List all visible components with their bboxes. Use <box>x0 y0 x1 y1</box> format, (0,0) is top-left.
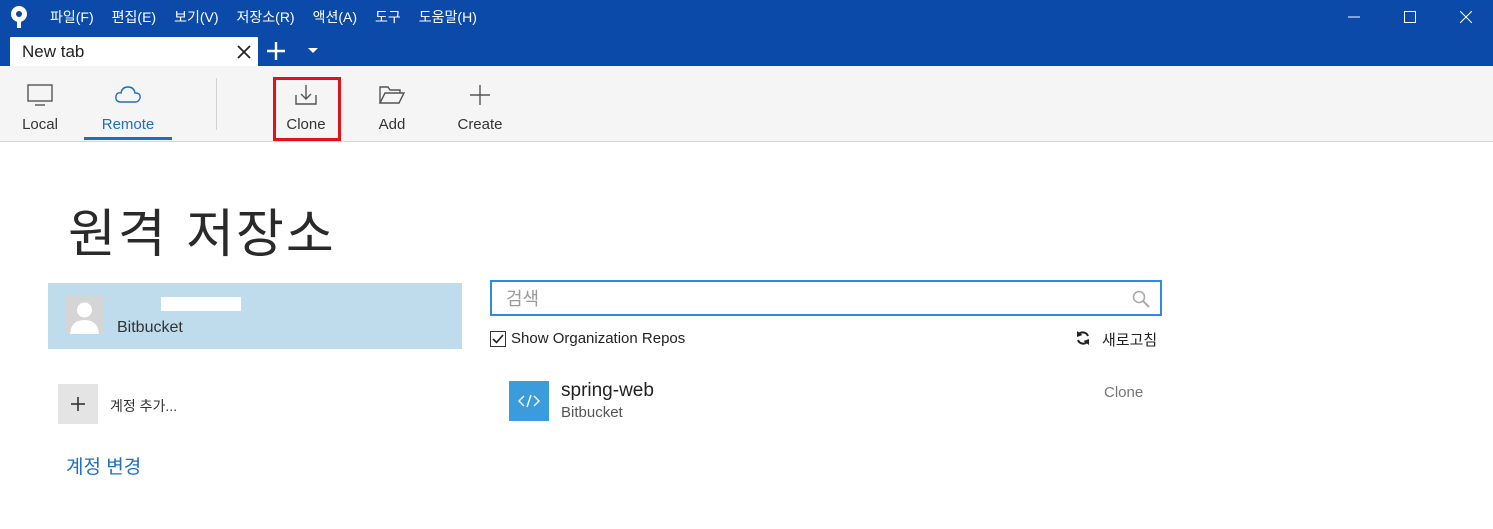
active-tab-indicator <box>84 137 172 140</box>
page-title: 원격 저장소 <box>68 205 336 265</box>
menu-tools[interactable]: 도구 <box>375 7 401 27</box>
menu-bar: 파일(F) 편집(E) 보기(V) 저장소(R) 액션(A) 도구 도움말(H) <box>50 0 495 34</box>
toolbar-divider <box>216 78 217 130</box>
repo-name: spring-web <box>561 380 654 401</box>
menu-view[interactable]: 보기(V) <box>174 7 218 27</box>
change-account-link[interactable]: 계정 변경 <box>66 452 141 479</box>
repo-list-item[interactable]: spring-web Bitbucket Clone <box>490 370 1162 426</box>
account-provider: Bitbucket <box>117 319 183 336</box>
search-box[interactable] <box>490 280 1162 316</box>
menu-repository[interactable]: 저장소(R) <box>237 7 295 27</box>
clone-highlight-box <box>273 77 341 141</box>
refresh-icon[interactable] <box>1075 330 1091 346</box>
menu-file[interactable]: 파일(F) <box>50 7 94 27</box>
account-name-redacted <box>161 297 241 311</box>
repo-source: Bitbucket <box>561 404 623 421</box>
add-button[interactable]: Add <box>370 66 414 141</box>
folder-open-icon <box>378 82 406 108</box>
sourcetree-logo-icon <box>6 4 32 30</box>
refresh-label[interactable]: 새로고침 <box>1102 329 1157 350</box>
toolbar: Local Remote Clone Add Create <box>0 66 1493 142</box>
add-account-label[interactable]: 계정 추가... <box>110 396 177 416</box>
tab-new-tab[interactable]: New tab <box>10 37 258 66</box>
show-org-repos-checkbox[interactable] <box>490 331 506 347</box>
close-icon <box>1460 11 1472 23</box>
code-repo-icon <box>509 381 549 421</box>
local-label: Local <box>22 116 58 133</box>
plus-icon <box>71 397 85 411</box>
tab-bar: New tab <box>0 34 1493 66</box>
checkmark-icon <box>492 334 504 344</box>
tab-close-icon[interactable] <box>236 44 252 60</box>
add-tab-icon[interactable] <box>266 41 286 61</box>
create-label: Create <box>457 116 503 133</box>
plus-icon <box>469 82 491 108</box>
avatar <box>65 295 104 334</box>
minimize-icon <box>1348 16 1360 18</box>
user-icon <box>65 295 104 334</box>
local-button[interactable]: Local <box>18 66 62 141</box>
minimize-button[interactable] <box>1331 0 1377 34</box>
add-account-button[interactable] <box>58 384 98 424</box>
cloud-icon <box>114 82 142 108</box>
monitor-icon <box>26 82 54 108</box>
remote-label: Remote <box>101 116 155 133</box>
create-button[interactable]: Create <box>452 66 508 141</box>
show-org-repos-label[interactable]: Show Organization Repos <box>511 330 685 347</box>
account-card[interactable]: Bitbucket <box>48 283 462 349</box>
search-input[interactable] <box>504 285 1128 313</box>
menu-actions[interactable]: 액션(A) <box>313 7 357 27</box>
title-bar: 파일(F) 편집(E) 보기(V) 저장소(R) 액션(A) 도구 도움말(H) <box>0 0 1493 34</box>
menu-help[interactable]: 도움말(H) <box>419 7 477 27</box>
tab-label: New tab <box>22 42 85 61</box>
maximize-button[interactable] <box>1387 0 1433 34</box>
add-label: Add <box>378 116 406 133</box>
search-icon[interactable] <box>1132 290 1150 308</box>
maximize-icon <box>1404 11 1416 23</box>
repo-clone-link[interactable]: Clone <box>1104 384 1143 401</box>
tab-dropdown-icon[interactable] <box>306 46 320 56</box>
menu-edit[interactable]: 편집(E) <box>112 7 156 27</box>
close-window-button[interactable] <box>1443 0 1489 34</box>
remote-button[interactable]: Remote <box>96 66 160 141</box>
